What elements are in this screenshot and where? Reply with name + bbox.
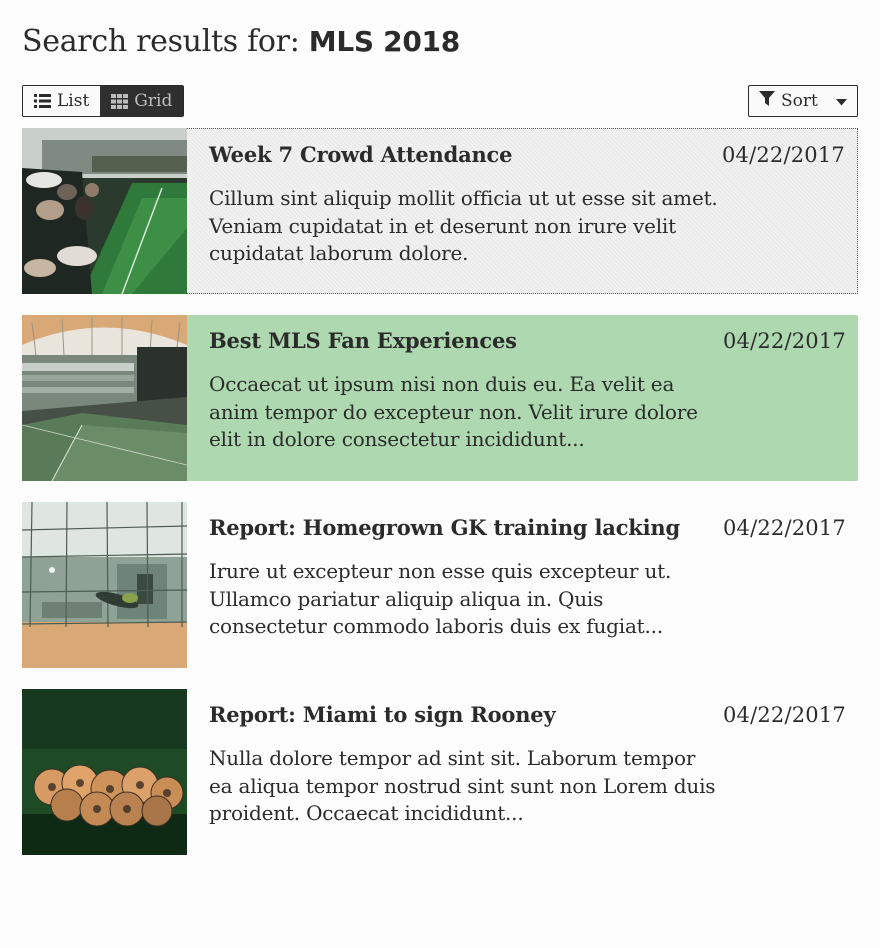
list-view-label: List (57, 91, 90, 111)
list-view-button[interactable]: List (23, 86, 101, 116)
crowd-photo-thumbnail (22, 128, 187, 294)
grid-view-label: Grid (134, 91, 173, 111)
result-card[interactable]: Report: Miami to sign Rooney 04/22/2017 … (22, 689, 858, 855)
goalkeeper-photo-thumbnail (22, 502, 187, 668)
result-excerpt: Cillum sint aliquip mollit officia ut ut… (209, 186, 718, 265)
result-date: 04/22/2017 (722, 703, 846, 727)
result-card[interactable]: Week 7 Crowd Attendance 04/22/2017 Cillu… (22, 128, 858, 294)
grid-view-button[interactable]: Grid (100, 86, 184, 116)
grid-icon (111, 93, 129, 109)
view-toggle: List Grid (22, 85, 185, 117)
soccer-balls-photo-thumbnail (22, 689, 187, 855)
sort-label: Sort (781, 91, 818, 111)
list-icon (34, 94, 51, 108)
result-card-body: Report: Miami to sign Rooney 04/22/2017 … (187, 689, 858, 855)
caret-down-icon (836, 91, 847, 111)
result-date: 04/22/2017 (722, 516, 846, 540)
sort-button[interactable]: Sort (748, 85, 858, 117)
result-card-body: Best MLS Fan Experiences 04/22/2017 Occa… (187, 315, 858, 481)
result-card[interactable]: Report: Homegrown GK training lacking 04… (22, 502, 858, 668)
result-excerpt: Irure ut excepteur non esse quis excepte… (209, 559, 672, 638)
results-list: Week 7 Crowd Attendance 04/22/2017 Cillu… (22, 128, 858, 876)
result-card[interactable]: Best MLS Fan Experiences 04/22/2017 Occa… (22, 315, 858, 481)
title-prefix: Search results for: (22, 24, 309, 59)
result-excerpt: Nulla dolore tempor ad sint sit. Laborum… (209, 746, 716, 825)
result-card-body: Report: Homegrown GK training lacking 04… (187, 502, 858, 668)
page-title: Search results for: MLS 2018 (22, 22, 460, 62)
result-date: 04/22/2017 (721, 143, 845, 167)
result-excerpt: Occaecat ut ipsum nisi non duis eu. Ea v… (209, 372, 698, 451)
stadium-photo-thumbnail (22, 315, 187, 481)
search-query: MLS 2018 (308, 25, 460, 58)
result-card-body: Week 7 Crowd Attendance 04/22/2017 Cillu… (187, 129, 857, 293)
filter-icon (759, 90, 775, 112)
result-date: 04/22/2017 (722, 329, 846, 353)
